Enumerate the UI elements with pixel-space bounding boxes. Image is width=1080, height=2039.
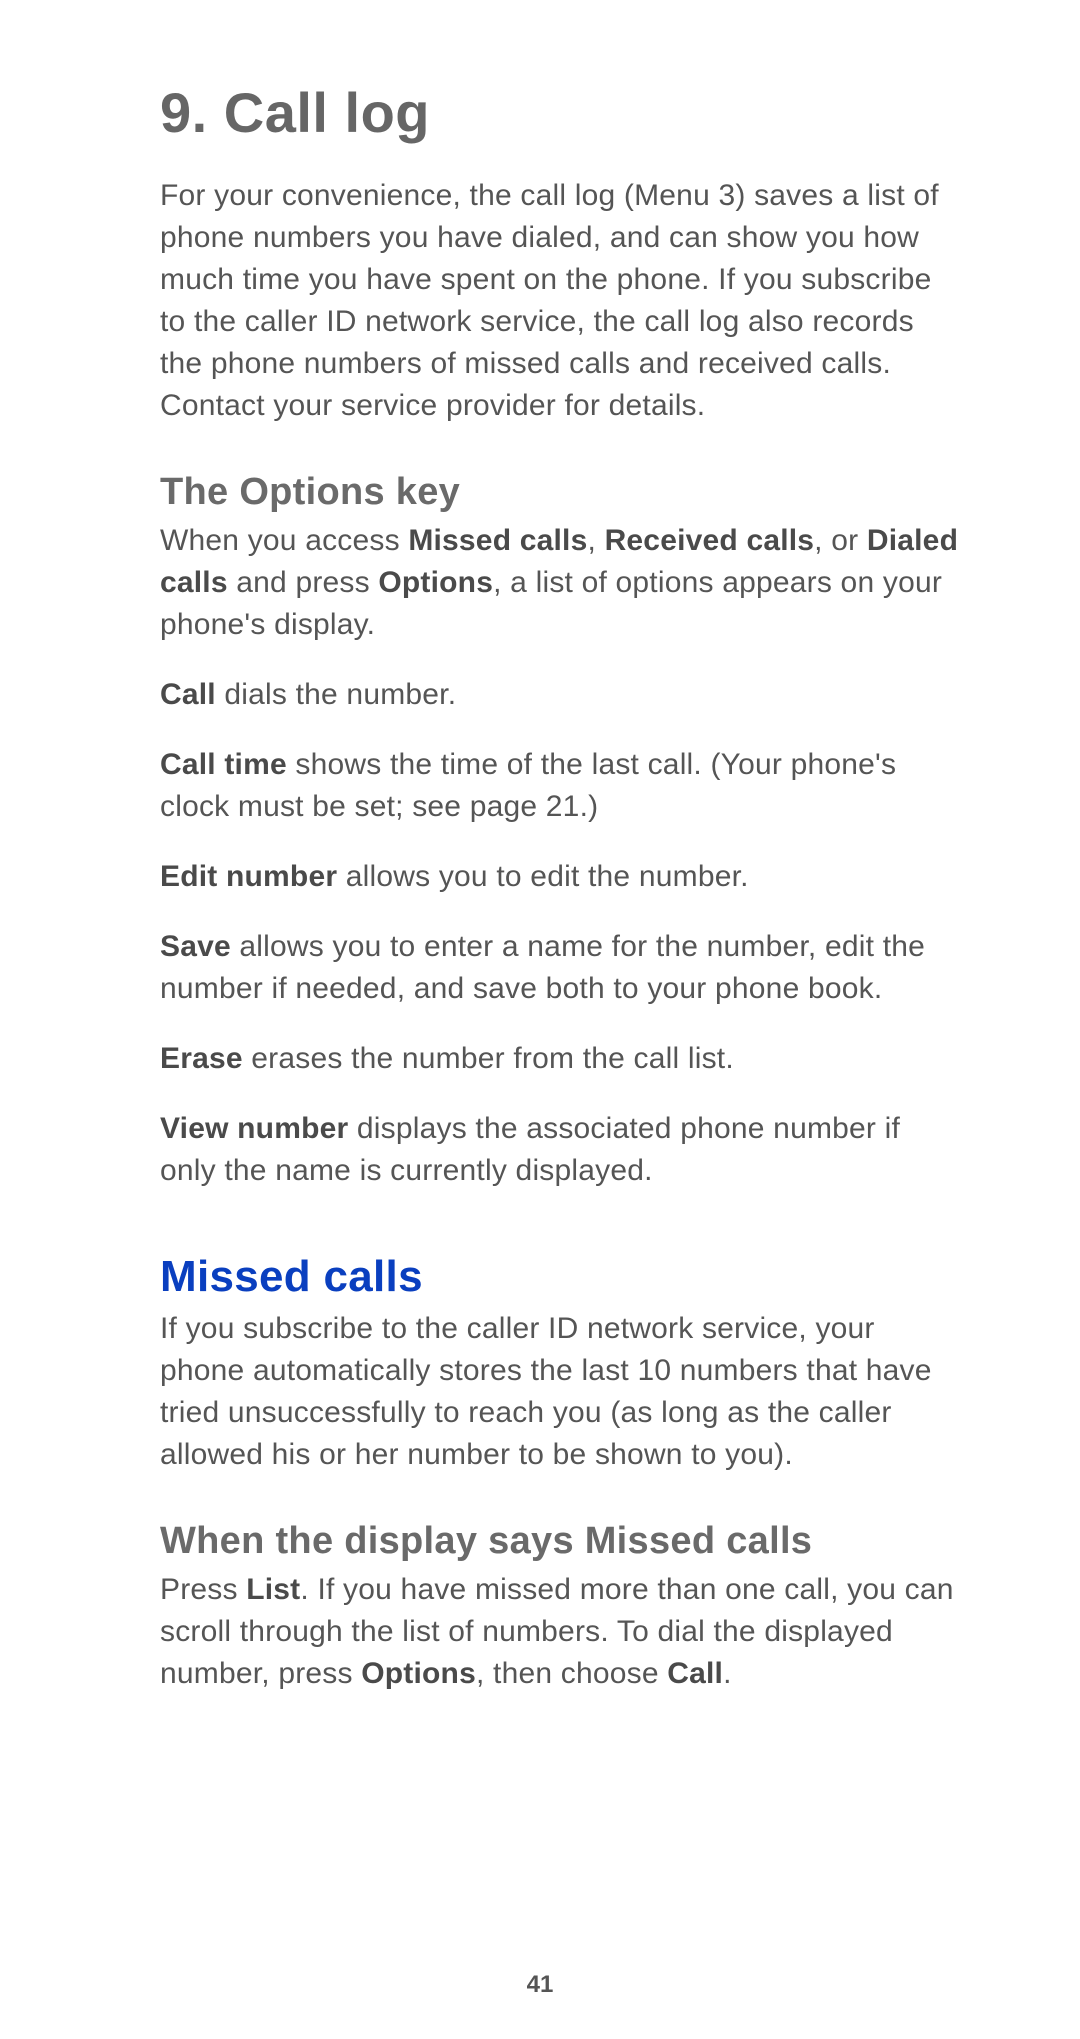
option-erase: Erase erases the number from the call li… bbox=[160, 1038, 960, 1080]
bold-call: Call bbox=[160, 678, 216, 711]
text: Press bbox=[160, 1573, 246, 1606]
text: , bbox=[587, 524, 604, 557]
text: When you access bbox=[160, 524, 408, 557]
text: and press bbox=[228, 566, 379, 599]
bold-list: List bbox=[246, 1573, 300, 1606]
manual-page: 9. Call log For your convenience, the ca… bbox=[0, 0, 1080, 2039]
text: , then choose bbox=[476, 1657, 667, 1690]
option-edit-number: Edit number allows you to edit the numbe… bbox=[160, 856, 960, 898]
bold-erase: Erase bbox=[160, 1042, 243, 1075]
bold-missed-calls: Missed calls bbox=[408, 524, 587, 557]
bold-view-number: View number bbox=[160, 1112, 348, 1145]
text: allows you to enter a name for the numbe… bbox=[160, 930, 925, 1005]
chapter-number: 9. bbox=[160, 81, 208, 144]
option-view-number: View number displays the associated phon… bbox=[160, 1108, 960, 1192]
option-call-time: Call time shows the time of the last cal… bbox=[160, 744, 960, 828]
options-key-intro: When you access Missed calls, Received c… bbox=[160, 520, 960, 646]
bold-edit-number: Edit number bbox=[160, 860, 337, 893]
text: erases the number from the call list. bbox=[243, 1042, 734, 1075]
text: , or bbox=[814, 524, 867, 557]
text: . bbox=[723, 1657, 732, 1690]
page-number: 41 bbox=[0, 1971, 1080, 1999]
bold-options: Options bbox=[378, 566, 493, 599]
options-key-heading: The Options key bbox=[160, 471, 960, 514]
option-save: Save allows you to enter a name for the … bbox=[160, 926, 960, 1010]
text: dials the number. bbox=[216, 678, 456, 711]
chapter-intro: For your convenience, the call log (Menu… bbox=[160, 175, 960, 427]
missed-calls-sub-heading: When the display says Missed calls bbox=[160, 1520, 960, 1563]
bold-received-calls: Received calls bbox=[605, 524, 815, 557]
text: allows you to edit the number. bbox=[337, 860, 748, 893]
bold-call: Call bbox=[667, 1657, 723, 1690]
bold-save: Save bbox=[160, 930, 231, 963]
bold-call-time: Call time bbox=[160, 748, 287, 781]
bold-options: Options bbox=[361, 1657, 476, 1690]
missed-calls-heading: Missed calls bbox=[160, 1252, 960, 1302]
chapter-title: 9. Call log bbox=[160, 80, 960, 145]
missed-calls-sub-body: Press List. If you have missed more than… bbox=[160, 1569, 960, 1695]
missed-calls-intro: If you subscribe to the caller ID networ… bbox=[160, 1308, 960, 1476]
option-call: Call dials the number. bbox=[160, 674, 960, 716]
chapter-name: Call log bbox=[224, 81, 430, 144]
